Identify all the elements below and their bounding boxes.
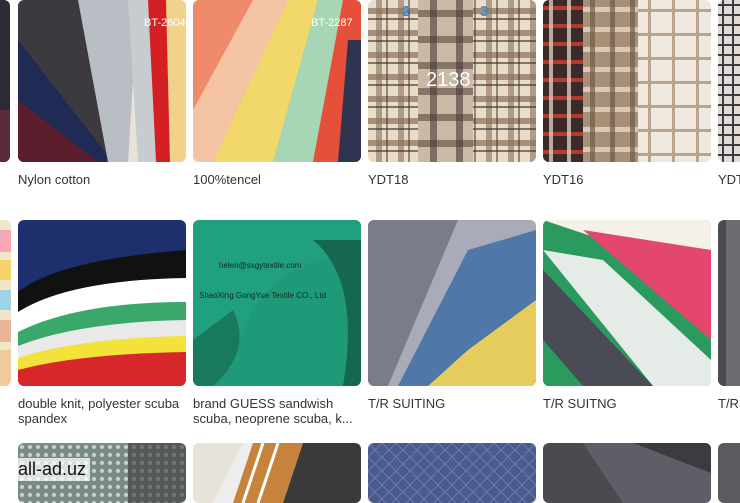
product-title[interactable]: 100%tencel [193, 172, 361, 187]
product-tab-number: 2 [402, 3, 410, 20]
product-title[interactable]: T/R SUITNG [543, 396, 711, 411]
product-image[interactable] [718, 0, 740, 162]
product-card[interactable]: YDT [718, 0, 740, 200]
product-image[interactable] [718, 443, 740, 503]
product-title[interactable]: YDT [718, 172, 740, 187]
product-image[interactable] [368, 443, 536, 503]
product-card[interactable] [368, 443, 536, 503]
product-card[interactable] [718, 443, 740, 503]
site-watermark: all-ad.uz [14, 458, 91, 481]
product-tab-number: 3 [480, 3, 488, 20]
product-card[interactable]: 2 3 2138 YDT18 [368, 0, 536, 200]
product-title[interactable]: double knit, polyester scuba spandex [18, 396, 186, 426]
product-card[interactable]: BT-2287 100%tencel [193, 0, 361, 200]
product-image[interactable]: BT-2287 [193, 0, 361, 162]
product-card[interactable]: double knit, polyester scuba spandex [18, 220, 186, 430]
product-tag: BT-2287 [311, 17, 353, 29]
product-card[interactable] [0, 220, 11, 386]
product-card[interactable]: T/R [718, 220, 740, 430]
product-image[interactable]: BT-2604 [18, 0, 186, 162]
product-image[interactable] [0, 220, 11, 386]
fabric-print-company: ShaoXing GongYue Textile CO., Ltd [199, 291, 326, 300]
product-image[interactable] [718, 220, 740, 386]
product-title[interactable]: YDT16 [543, 172, 711, 187]
fabric-print-email: helen@sxgytextile.com [219, 261, 302, 270]
product-card[interactable]: YDT16 [543, 0, 711, 200]
product-image[interactable] [193, 443, 361, 503]
product-image[interactable]: helen@sxgytextile.com ShaoXing GongYue T… [193, 220, 361, 386]
product-card[interactable] [193, 443, 361, 503]
product-image[interactable] [0, 0, 10, 162]
product-title[interactable]: T/R SUITING [368, 396, 536, 411]
product-image[interactable] [543, 220, 711, 386]
product-card[interactable]: T/R SUITNG [543, 220, 711, 430]
product-tag: BT-2604 [144, 17, 186, 29]
product-image[interactable]: 2 3 2138 [368, 0, 536, 162]
product-card[interactable] [543, 443, 711, 503]
product-card[interactable]: helen@sxgytextile.com ShaoXing GongYue T… [193, 220, 361, 430]
product-title[interactable]: brand GUESS sandwish scuba, neoprene scu… [193, 396, 361, 426]
product-title[interactable]: YDT18 [368, 172, 536, 187]
product-image[interactable] [368, 220, 536, 386]
product-image[interactable] [543, 443, 711, 503]
product-image[interactable] [543, 0, 711, 162]
product-title[interactable]: Nylon cotton [18, 172, 186, 187]
product-title[interactable]: T/R [718, 396, 740, 411]
product-card[interactable]: BT-2604 Nylon cotton [18, 0, 186, 200]
product-overlay-number: 2138 [426, 69, 471, 91]
product-image[interactable] [18, 220, 186, 386]
product-card[interactable] [0, 0, 10, 162]
product-card[interactable]: T/R SUITING [368, 220, 536, 430]
